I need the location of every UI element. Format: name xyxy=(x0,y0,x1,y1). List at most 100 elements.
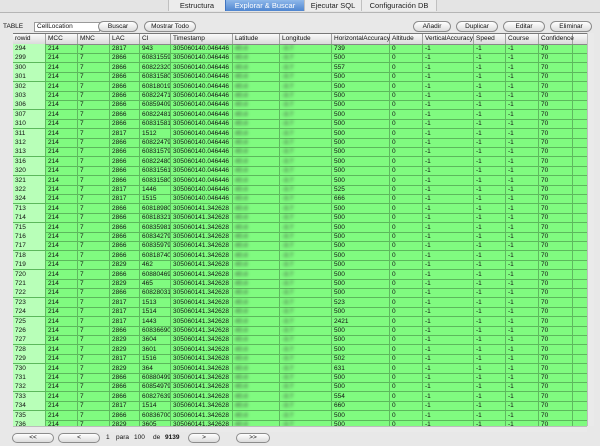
table-cell-mcc[interactable]: 214 xyxy=(46,373,78,382)
table-cell-ci[interactable]: 60831559 xyxy=(140,53,171,63)
table-cell-course[interactable]: -1 xyxy=(506,91,539,100)
table-cell-course[interactable]: -1 xyxy=(506,279,539,288)
table-cell-horizontalaccuracy[interactable]: 557 xyxy=(332,62,390,72)
table-cell-latitude[interactable]: 40.4 xyxy=(233,335,280,345)
table-cell-confidence[interactable]: 70 xyxy=(539,175,573,185)
table-cell-latitude[interactable]: 40.4 xyxy=(233,279,280,288)
table-cell-speed[interactable]: -1 xyxy=(474,297,506,307)
table-cell-ci[interactable]: 60828031 xyxy=(140,288,171,298)
table-cell-rowid[interactable]: 322 xyxy=(13,185,46,194)
table-cell-longitude[interactable]: -3.7 xyxy=(280,213,332,223)
table-cell-mnc[interactable]: 7 xyxy=(78,232,110,241)
table-cell-confidence[interactable]: 70 xyxy=(539,354,573,364)
table-cell-confidence[interactable]: 70 xyxy=(539,410,573,420)
table-cell-altitude[interactable]: 0 xyxy=(390,44,423,53)
table-cell-timestamp[interactable]: 305060141.342628 xyxy=(171,373,233,382)
table-row[interactable]: 302 214 7 2866 60818019 305060140.046446 40.4-… xyxy=(13,81,587,91)
table-cell-mcc[interactable]: 214 xyxy=(46,382,78,392)
table-cell-longitude[interactable]: -3.7 xyxy=(280,62,332,72)
table-cell-timestamp[interactable]: 305060141.342628 xyxy=(171,391,233,401)
table-cell-horizontalaccuracy[interactable]: 500 xyxy=(332,269,390,279)
table-cell-altitude[interactable]: 0 xyxy=(390,213,423,223)
column-header[interactable]: Latitude xyxy=(233,34,280,44)
table-cell-longitude[interactable]: -3.7 xyxy=(280,354,332,364)
table-cell-horizontalaccuracy[interactable]: 500 xyxy=(332,138,390,147)
table-row[interactable]: 300 214 7 2866 60822320 305060140.046446 40.4-… xyxy=(13,62,587,72)
table-row[interactable]: 294 214 7 2817 943 305060140.046446 40.4 -3.7 73… xyxy=(13,44,587,53)
table-cell-timestamp[interactable]: 305060141.342628 xyxy=(171,344,233,354)
table-cell-horizontalaccuracy[interactable]: 500 xyxy=(332,344,390,354)
table-cell-altitude[interactable]: 0 xyxy=(390,391,423,401)
table-row[interactable]: 733 214 7 2866 60827639 305060141.342628 40.4-… xyxy=(13,391,587,401)
table-cell-mnc[interactable]: 7 xyxy=(78,382,110,392)
table-cell-verticalaccuracy[interactable]: -1 xyxy=(423,288,474,298)
table-row[interactable]: 310 214 7 2866 60831581 305060140.046446 40.4-… xyxy=(13,119,587,129)
column-header[interactable]: VerticalAccuracy xyxy=(423,34,474,44)
table-cell-mnc[interactable]: 7 xyxy=(78,391,110,401)
table-cell-ci[interactable]: 60831581 xyxy=(140,119,171,129)
table-cell-ci[interactable]: 3604 xyxy=(140,335,171,345)
table-cell-horizontalaccuracy[interactable]: 500 xyxy=(332,279,390,288)
table-cell-rowid[interactable]: 728 xyxy=(13,344,46,354)
table-cell-speed[interactable]: -1 xyxy=(474,335,506,345)
table-cell-verticalaccuracy[interactable]: -1 xyxy=(423,222,474,232)
table-cell-latitude[interactable]: 40.4 xyxy=(233,109,280,119)
table-cell-verticalaccuracy[interactable]: -1 xyxy=(423,260,474,270)
table-cell-altitude[interactable]: 0 xyxy=(390,81,423,91)
table-cell-course[interactable]: -1 xyxy=(506,269,539,279)
table-cell-lac[interactable]: 2866 xyxy=(110,382,140,392)
table-cell-timestamp[interactable]: 305060141.342628 xyxy=(171,213,233,223)
table-cell-horizontalaccuracy[interactable]: 500 xyxy=(332,373,390,382)
table-cell-altitude[interactable]: 0 xyxy=(390,250,423,260)
table-cell-timestamp[interactable]: 305060141.342628 xyxy=(171,297,233,307)
table-cell-confidence[interactable]: 70 xyxy=(539,100,573,110)
table-cell-longitude[interactable]: -3.7 xyxy=(280,260,332,270)
table-cell-course[interactable]: -1 xyxy=(506,109,539,119)
column-header[interactable]: Altitude xyxy=(390,34,423,44)
column-header[interactable]: Longitude xyxy=(280,34,332,44)
table-cell-course[interactable]: -1 xyxy=(506,260,539,270)
table-cell-speed[interactable]: -1 xyxy=(474,100,506,110)
table-cell-horizontalaccuracy[interactable]: 500 xyxy=(332,260,390,270)
table-cell-altitude[interactable]: 0 xyxy=(390,185,423,194)
table-cell-mnc[interactable]: 7 xyxy=(78,307,110,317)
table-cell-lac[interactable]: 2866 xyxy=(110,288,140,298)
table-cell-mnc[interactable]: 7 xyxy=(78,373,110,382)
table-cell-timestamp[interactable]: 305060141.342628 xyxy=(171,316,233,326)
table-cell-longitude[interactable]: -3.7 xyxy=(280,250,332,260)
table-cell-longitude[interactable]: -3.7 xyxy=(280,44,332,53)
table-cell-longitude[interactable]: -3.7 xyxy=(280,156,332,166)
table-cell-latitude[interactable]: 40.4 xyxy=(233,147,280,157)
table-cell-mnc[interactable]: 7 xyxy=(78,335,110,345)
table-cell-verticalaccuracy[interactable]: -1 xyxy=(423,166,474,176)
table-cell-speed[interactable]: -1 xyxy=(474,81,506,91)
table-cell-lac[interactable]: 2866 xyxy=(110,222,140,232)
table-row[interactable]: 313 214 7 2866 60831579 305060140.046446 40.4-… xyxy=(13,147,587,157)
table-cell-ci[interactable]: 60818740 xyxy=(140,250,171,260)
first-page-button[interactable]: << xyxy=(12,433,54,443)
table-cell-verticalaccuracy[interactable]: -1 xyxy=(423,354,474,364)
table-cell-horizontalaccuracy[interactable]: 2421 xyxy=(332,316,390,326)
table-cell-altitude[interactable]: 0 xyxy=(390,363,423,373)
table-cell-ci[interactable]: 60859409 xyxy=(140,100,171,110)
table-cell-ci[interactable]: 60822479 xyxy=(140,138,171,147)
table-cell-latitude[interactable]: 40.4 xyxy=(233,391,280,401)
table-cell-course[interactable]: -1 xyxy=(506,335,539,345)
table-cell-mcc[interactable]: 214 xyxy=(46,185,78,194)
table-cell-confidence[interactable]: 70 xyxy=(539,316,573,326)
table-cell-verticalaccuracy[interactable]: -1 xyxy=(423,119,474,129)
table-select[interactable]: CellLocation xyxy=(34,22,100,32)
table-cell-course[interactable]: -1 xyxy=(506,185,539,194)
table-cell-course[interactable]: -1 xyxy=(506,391,539,401)
table-cell-longitude[interactable]: -3.7 xyxy=(280,175,332,185)
table-cell-verticalaccuracy[interactable]: -1 xyxy=(423,213,474,223)
table-cell-speed[interactable]: -1 xyxy=(474,354,506,364)
table-row[interactable]: 303 214 7 2866 60822471 305060140.046446 40.4-… xyxy=(13,91,587,100)
table-cell-confidence[interactable]: 70 xyxy=(539,382,573,392)
table-cell-mcc[interactable]: 214 xyxy=(46,232,78,241)
table-cell-rowid[interactable]: 730 xyxy=(13,363,46,373)
table-cell-verticalaccuracy[interactable]: -1 xyxy=(423,335,474,345)
table-cell-altitude[interactable]: 0 xyxy=(390,288,423,298)
table-cell-rowid[interactable]: 727 xyxy=(13,335,46,345)
table-cell-horizontalaccuracy[interactable]: 500 xyxy=(332,335,390,345)
